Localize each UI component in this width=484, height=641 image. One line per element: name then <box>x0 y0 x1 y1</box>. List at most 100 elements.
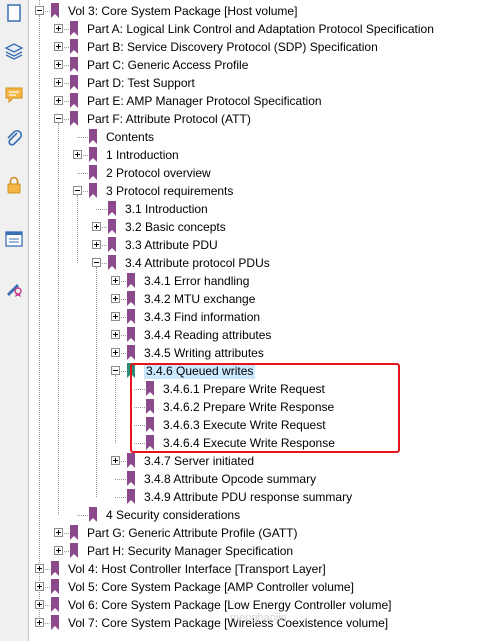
bookmark-row[interactable]: Part H: Security Manager Specification <box>29 542 484 560</box>
expand-toggle[interactable] <box>54 78 63 87</box>
expand-toggle[interactable] <box>54 528 63 537</box>
bookmark-icon <box>70 75 78 90</box>
bookmark-row[interactable]: Part D: Test Support <box>29 74 484 92</box>
bookmark-label: 3.3 Attribute PDU <box>125 238 218 252</box>
expand-toggle[interactable] <box>92 222 101 231</box>
bookmark-icon <box>108 255 116 270</box>
bookmark-label: Part C: Generic Access Profile <box>87 58 249 72</box>
form-icon[interactable] <box>3 228 25 250</box>
bookmark-row[interactable]: 3.4.9 Attribute PDU response summary <box>29 488 484 506</box>
bookmark-label: Part E: AMP Manager Protocol Specificati… <box>87 94 322 108</box>
tree-connector-line <box>115 497 126 498</box>
bookmark-row[interactable]: 3.4.8 Attribute Opcode summary <box>29 470 484 488</box>
tree-connector-line <box>77 137 88 138</box>
bookmark-icon <box>127 489 135 504</box>
bookmark-icon <box>89 129 97 144</box>
collapse-toggle[interactable] <box>35 6 44 15</box>
bookmark-label: 3.4.9 Attribute PDU response summary <box>144 490 353 504</box>
expand-toggle[interactable] <box>54 60 63 69</box>
expand-toggle[interactable] <box>92 240 101 249</box>
bookmark-row[interactable]: Vol 3: Core System Package [Host volume] <box>29 2 484 20</box>
collapse-toggle[interactable] <box>54 114 63 123</box>
expand-toggle[interactable] <box>111 456 120 465</box>
watermark: menghaojin <box>230 612 287 624</box>
expand-toggle[interactable] <box>54 24 63 33</box>
bookmark-row[interactable]: Part C: Generic Access Profile <box>29 56 484 74</box>
expand-toggle[interactable] <box>35 582 44 591</box>
bookmark-row[interactable]: 4 Security considerations <box>29 506 484 524</box>
bookmark-icon <box>89 183 97 198</box>
bookmark-icon <box>51 615 59 630</box>
bookmark-row[interactable]: 3 Protocol requirements <box>29 182 484 200</box>
bookmark-row[interactable]: Part E: AMP Manager Protocol Specificati… <box>29 92 484 110</box>
bookmark-icon <box>89 507 97 522</box>
expand-toggle[interactable] <box>111 312 120 321</box>
bookmark-icon <box>70 543 78 558</box>
navigation-panel-toolbar <box>0 0 29 641</box>
bookmark-icon <box>51 561 59 576</box>
bookmark-row[interactable]: Contents <box>29 128 484 146</box>
bookmark-row[interactable]: 3.1 Introduction <box>29 200 484 218</box>
expand-toggle[interactable] <box>54 96 63 105</box>
tree-connector-line <box>77 173 88 174</box>
tree-connector-line <box>96 209 107 210</box>
expand-toggle[interactable] <box>35 600 44 609</box>
expand-toggle[interactable] <box>54 546 63 555</box>
bookmark-label: 3.4 Attribute protocol PDUs <box>125 256 270 270</box>
bookmark-label: Vol 6: Core System Package [Low Energy C… <box>68 598 392 612</box>
layers-icon[interactable] <box>3 40 25 62</box>
selection-highlight-box <box>130 363 400 453</box>
bookmark-label: Part G: Generic Attribute Profile (GATT) <box>87 526 298 540</box>
bookmark-row[interactable]: Part F: Attribute Protocol (ATT) <box>29 110 484 128</box>
expand-toggle[interactable] <box>111 330 120 339</box>
bookmark-row[interactable]: 3.4.3 Find information <box>29 308 484 326</box>
bookmark-icon <box>51 3 59 18</box>
bookmark-icon <box>70 525 78 540</box>
bookmark-label: Part H: Security Manager Specification <box>87 544 294 558</box>
bookmark-row[interactable]: Part A: Logical Link Control and Adaptat… <box>29 20 484 38</box>
collapse-toggle[interactable] <box>111 366 120 375</box>
bookmark-row[interactable]: 2 Protocol overview <box>29 164 484 182</box>
expand-toggle[interactable] <box>111 294 120 303</box>
bookmarks-tree: Vol 3: Core System Package [Host volume]… <box>29 0 484 641</box>
bookmark-icon <box>127 309 135 324</box>
bookmark-row[interactable]: 3.2 Basic concepts <box>29 218 484 236</box>
expand-toggle[interactable] <box>73 150 82 159</box>
bookmark-icon <box>70 57 78 72</box>
expand-toggle[interactable] <box>111 348 120 357</box>
collapse-toggle[interactable] <box>73 186 82 195</box>
bookmark-icon <box>127 453 135 468</box>
expand-toggle[interactable] <box>54 42 63 51</box>
expand-toggle[interactable] <box>111 276 120 285</box>
bookmark-row[interactable]: 3.4.7 Server initiated <box>29 452 484 470</box>
bookmark-row[interactable]: 3.4.4 Reading attributes <box>29 326 484 344</box>
bookmark-row[interactable]: Vol 5: Core System Package [AMP Controll… <box>29 578 484 596</box>
bookmark-icon <box>89 147 97 162</box>
lock-icon[interactable] <box>3 174 25 196</box>
bookmark-row[interactable]: Part G: Generic Attribute Profile (GATT) <box>29 524 484 542</box>
attachment-icon[interactable] <box>3 128 25 150</box>
bookmark-row[interactable]: Vol 4: Host Controller Interface [Transp… <box>29 560 484 578</box>
expand-toggle[interactable] <box>35 564 44 573</box>
comment-icon[interactable] <box>3 84 25 106</box>
bookmark-icon <box>108 219 116 234</box>
bookmark-row[interactable]: 3.4.5 Writing attributes <box>29 344 484 362</box>
bookmark-row[interactable]: 3.4.1 Error handling <box>29 272 484 290</box>
signature-icon[interactable] <box>3 276 25 298</box>
bookmark-row[interactable]: 3.4 Attribute protocol PDUs <box>29 254 484 272</box>
bookmark-label: 3.4.5 Writing attributes <box>144 346 264 360</box>
bookmark-row[interactable]: Part B: Service Discovery Protocol (SDP)… <box>29 38 484 56</box>
collapse-toggle[interactable] <box>92 258 101 267</box>
bookmark-row[interactable]: 3.4.2 MTU exchange <box>29 290 484 308</box>
bookmark-icon <box>70 21 78 36</box>
bookmark-label: Part D: Test Support <box>87 76 195 90</box>
pages-icon[interactable] <box>3 2 25 24</box>
bookmark-icon <box>89 165 97 180</box>
bookmark-row[interactable]: 1 Introduction <box>29 146 484 164</box>
expand-toggle[interactable] <box>35 618 44 627</box>
bookmark-icon <box>70 111 78 126</box>
bookmark-label: 3.1 Introduction <box>125 202 208 216</box>
bookmark-label: 3.4.7 Server initiated <box>144 454 255 468</box>
bookmark-row[interactable]: 3.3 Attribute PDU <box>29 236 484 254</box>
bookmark-label: 3 Protocol requirements <box>106 184 234 198</box>
